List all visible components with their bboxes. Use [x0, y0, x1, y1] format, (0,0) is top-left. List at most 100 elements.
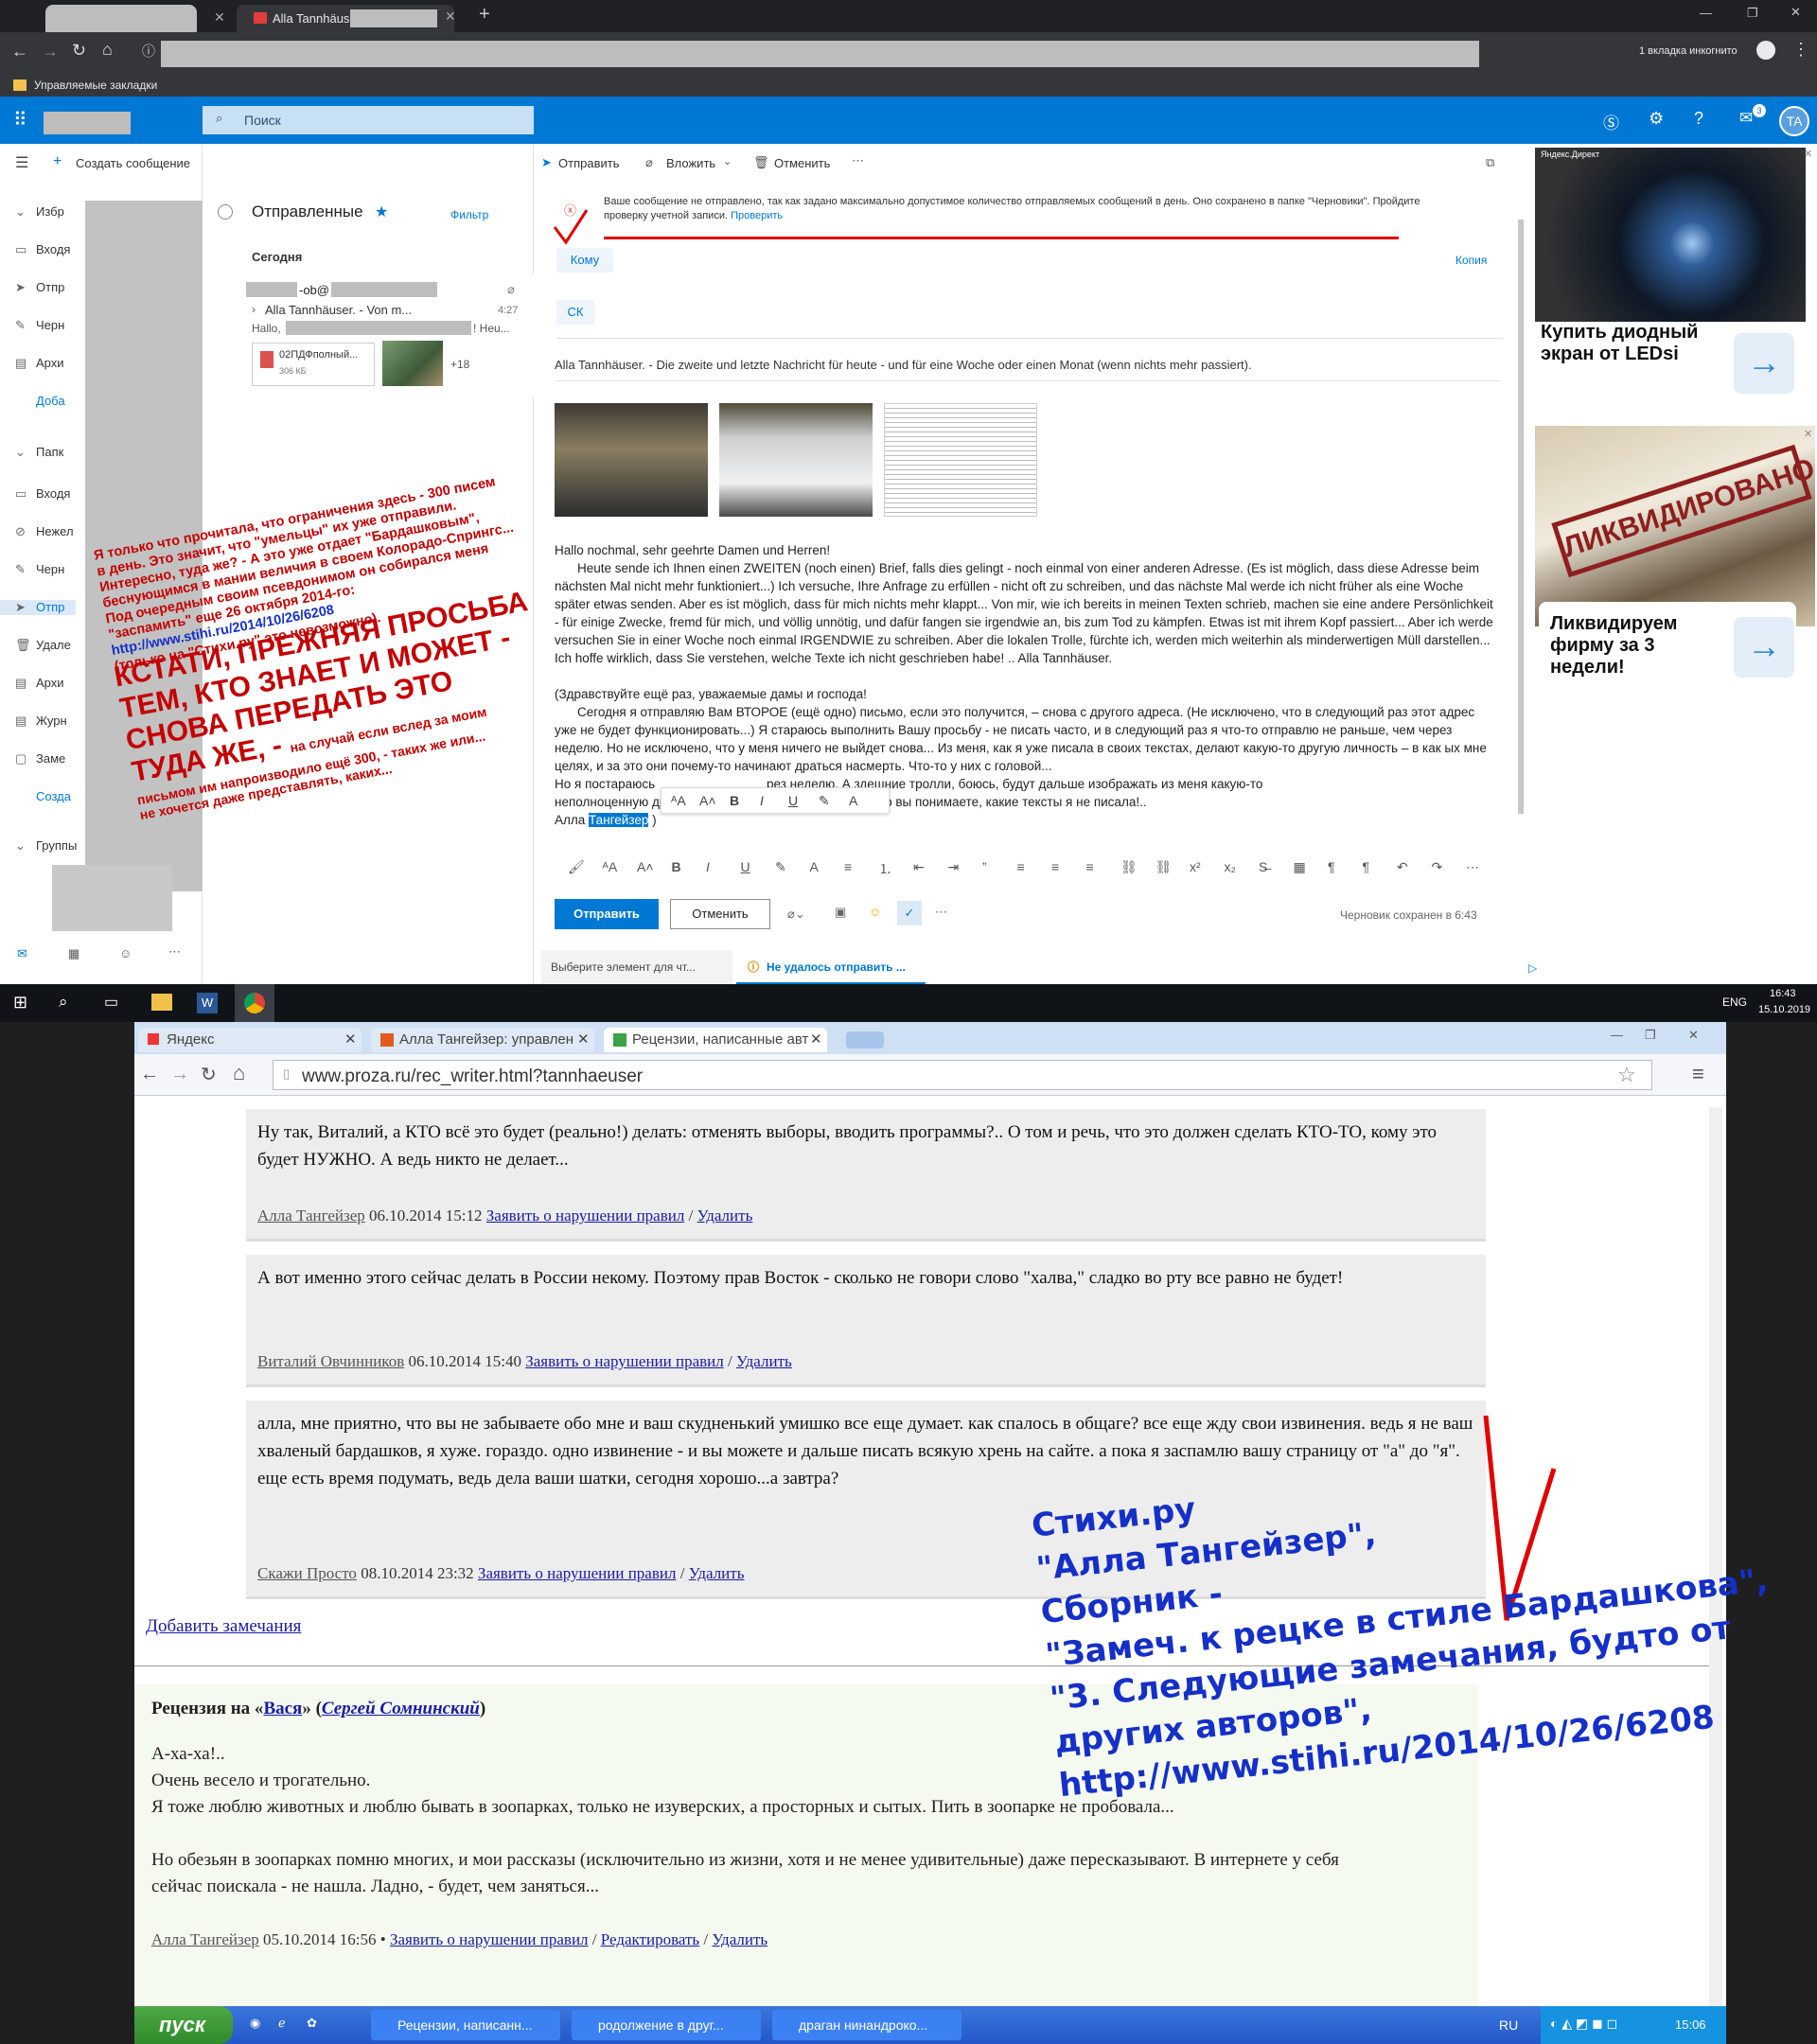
- adchoices-icon[interactable]: ▷: [1528, 961, 1537, 975]
- new-tab-button[interactable]: [846, 1031, 884, 1048]
- numbering-icon[interactable]: ⒈: [879, 859, 892, 878]
- review-author-link[interactable]: Виталий Овчинников: [257, 1352, 404, 1370]
- skype-icon[interactable]: Ⓢ: [1603, 110, 1619, 133]
- more-icon[interactable]: ⋯: [935, 905, 947, 920]
- more-icon[interactable]: ⋯: [1466, 859, 1479, 875]
- font-color-icon[interactable]: A: [810, 859, 819, 874]
- inline-image[interactable]: [719, 403, 873, 517]
- folder-item[interactable]: ▭ Входя: [15, 486, 70, 502]
- link-icon[interactable]: ⛓: [1120, 859, 1138, 875]
- filter-button[interactable]: Фильтр: [450, 208, 488, 221]
- folder-item[interactable]: ⌄ Избр: [15, 204, 64, 220]
- highlight-icon[interactable]: ✎: [819, 793, 830, 809]
- folder-item[interactable]: ✎ Черн: [15, 318, 64, 333]
- forward-icon[interactable]: →: [170, 1064, 189, 1085]
- attachment-thumbnail[interactable]: [382, 341, 443, 386]
- ad-image-stamp[interactable]: ЛИКВИДИРОВАНО: [1535, 426, 1817, 626]
- unlink-icon[interactable]: ⛓: [1155, 859, 1173, 875]
- restore-icon[interactable]: ❐: [1645, 1028, 1656, 1043]
- bookmarks-label[interactable]: Управляемые закладки: [34, 79, 157, 92]
- indent-icon[interactable]: ⇥: [948, 859, 960, 875]
- more-icon[interactable]: ⋯: [852, 153, 864, 168]
- report-link[interactable]: Заявить о нарушении правил: [486, 1207, 685, 1225]
- strikethrough-icon[interactable]: S̶: [1259, 859, 1267, 874]
- xp-task-button[interactable]: родолжение в друг...: [572, 2010, 761, 2040]
- help-icon[interactable]: ?: [1694, 109, 1703, 129]
- clock-time[interactable]: 16:43: [1770, 988, 1796, 999]
- star-icon[interactable]: ★: [375, 203, 388, 221]
- attachment-card[interactable]: 02ПДФполный... 306 КБ: [252, 343, 375, 386]
- review-author-link[interactable]: Сергей Сомнинский: [322, 1699, 480, 1718]
- folder-item[interactable]: ▤ Журн: [15, 714, 67, 729]
- close-icon[interactable]: ✕: [344, 1028, 357, 1052]
- hamburger-icon[interactable]: ☰: [15, 153, 28, 172]
- close-icon[interactable]: ✕: [810, 1028, 822, 1052]
- app-launcher-icon[interactable]: ⠿: [13, 108, 27, 132]
- align-left-icon[interactable]: ≡: [1017, 859, 1025, 874]
- reload-icon[interactable]: ↻: [72, 41, 86, 61]
- xp-tab[interactable]: Яндекс ✕: [138, 1028, 362, 1052]
- calendar-icon[interactable]: ▦: [68, 946, 79, 961]
- close-icon[interactable]: ✕: [445, 9, 456, 25]
- bottom-tab-error[interactable]: ⓘ Не удалось отправить ...: [736, 950, 926, 984]
- more-icon[interactable]: ⋯: [168, 944, 181, 960]
- font-color-icon[interactable]: A: [849, 793, 857, 808]
- quicklaunch-icon[interactable]: ✿: [307, 2016, 317, 2031]
- undo-icon[interactable]: ↶: [1397, 859, 1408, 875]
- emoji-icon[interactable]: ☺: [869, 905, 881, 919]
- toolbar-attach[interactable]: Вложить: [666, 156, 715, 170]
- url-field-redacted[interactable]: [161, 41, 1479, 67]
- inline-image[interactable]: [555, 403, 708, 517]
- italic-icon[interactable]: I: [760, 793, 764, 808]
- grow-font-icon[interactable]: A˄: [637, 859, 654, 874]
- bcc-button[interactable]: СК: [556, 300, 594, 325]
- bold-icon[interactable]: B: [672, 859, 681, 874]
- avatar[interactable]: TA: [1779, 106, 1809, 136]
- delete-link[interactable]: Удалить: [736, 1352, 792, 1370]
- attach-icon[interactable]: ⌀⌄: [787, 907, 805, 922]
- new-tab-icon[interactable]: +: [479, 4, 490, 26]
- message-item[interactable]: -ob@ ⌀ › Alla Tannhäuser. - Von m... 4:2…: [203, 274, 534, 397]
- report-link[interactable]: Заявить о нарушении правил: [390, 1930, 589, 1948]
- search-input[interactable]: ⌕ Поиск: [203, 106, 534, 134]
- menu-icon[interactable]: ⋮: [1792, 40, 1809, 60]
- report-link[interactable]: Заявить о нарушении правил: [525, 1352, 724, 1370]
- folder-item[interactable]: ⊘ Нежел: [15, 524, 74, 539]
- xp-tab-active[interactable]: Рецензии, написанные авт ✕: [604, 1028, 827, 1052]
- forward-icon[interactable]: →: [42, 42, 59, 62]
- quicklaunch-icon[interactable]: ◉: [250, 2016, 260, 2031]
- close-icon[interactable]: ✕: [577, 1028, 590, 1052]
- send-button[interactable]: Отправить: [555, 899, 659, 929]
- back-icon[interactable]: ←: [140, 1064, 159, 1085]
- delete-link[interactable]: Удалить: [712, 1930, 767, 1948]
- tray-icons[interactable]: ◐ ◭ ◩ ◼ ◻: [1550, 2016, 1617, 2032]
- review-footer-author[interactable]: Алла Тангейзер: [151, 1930, 259, 1948]
- ad-close-icon[interactable]: ✕: [1804, 148, 1812, 160]
- folder-item[interactable]: ▢ Заме: [15, 751, 65, 766]
- rtl-icon[interactable]: ¶: [1363, 859, 1370, 874]
- ltr-icon[interactable]: ¶: [1328, 859, 1335, 874]
- verify-link[interactable]: Проверить: [731, 210, 783, 221]
- search-icon[interactable]: ⌕: [59, 993, 68, 1012]
- chevron-down-icon[interactable]: ⌄: [723, 155, 732, 167]
- folder-item[interactable]: ⌄ Группы: [15, 838, 77, 854]
- xp-task-button[interactable]: драган нинандроко...: [772, 2010, 961, 2040]
- incognito-icon[interactable]: [1756, 41, 1775, 60]
- mail-nav-icon[interactable]: ✉: [17, 946, 27, 961]
- explorer-icon[interactable]: [151, 994, 172, 1011]
- reload-icon[interactable]: ↻: [201, 1063, 217, 1086]
- new-message-button[interactable]: Создать сообщение: [76, 156, 190, 170]
- quicklaunch-icon[interactable]: ℯ: [278, 2016, 286, 2031]
- tab-outlook[interactable]: Alla Tannhäuser: [237, 5, 454, 32]
- paint-format-icon[interactable]: 🖌: [568, 859, 585, 875]
- clock-date[interactable]: 15.10.2019: [1758, 1004, 1810, 1015]
- task-view-icon[interactable]: ▭: [104, 993, 118, 1012]
- xp-lang[interactable]: RU: [1499, 2018, 1518, 2033]
- toolbar-send[interactable]: Отправить: [558, 156, 619, 170]
- discard-button[interactable]: Отменить: [670, 899, 770, 929]
- menu-icon[interactable]: ≡: [1692, 1062, 1704, 1086]
- report-link[interactable]: Заявить о нарушении правил: [478, 1564, 677, 1582]
- ad-image-led[interactable]: Яндекс.Директ: [1535, 148, 1806, 322]
- message-body[interactable]: Hallo nochmal, sehr geehrte Damen und He…: [555, 541, 1496, 829]
- font-size-icon[interactable]: ᴬA: [671, 793, 686, 808]
